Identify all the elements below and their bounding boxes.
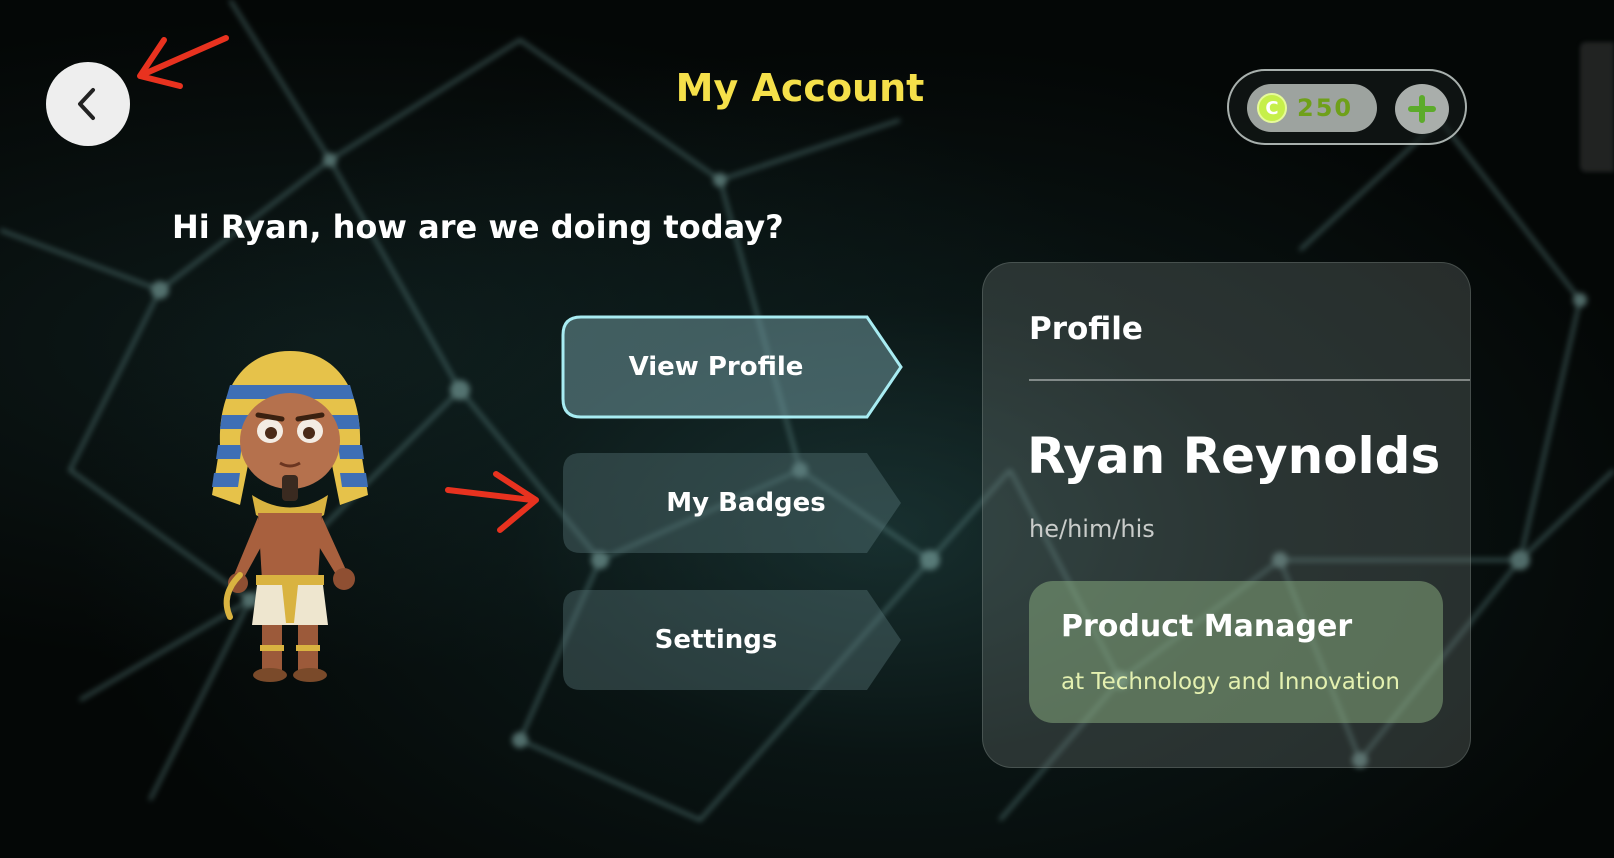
role-organization: at Technology and Innovation <box>1061 669 1400 695</box>
coin-count: 250 <box>1297 94 1354 122</box>
profile-heading: Profile <box>1029 311 1143 347</box>
annotation-arrow-back <box>137 35 229 89</box>
plus-icon <box>1408 95 1436 123</box>
back-button[interactable] <box>46 62 130 146</box>
my-account-screen: My Account C 250 Hi Ryan, how are we doi… <box>0 0 1614 858</box>
greeting-text: Hi Ryan, how are we doing today? <box>172 208 784 246</box>
page-title: My Account <box>675 66 925 110</box>
coin-icon: C <box>1257 93 1287 123</box>
add-coins-button[interactable] <box>1395 84 1449 134</box>
view-profile-label: View Profile <box>628 352 804 382</box>
annotation-arrow-badges <box>445 471 539 533</box>
profile-pronouns: he/him/his <box>1029 515 1155 543</box>
role-card: Product Manager at Technology and Innova… <box>1029 581 1443 723</box>
profile-divider <box>1029 379 1470 381</box>
coin-wallet: C 250 <box>1227 69 1467 145</box>
profile-card: Profile Ryan Reynolds he/him/his Product… <box>982 262 1471 768</box>
settings-button[interactable]: Settings <box>561 588 903 692</box>
view-profile-button[interactable]: View Profile <box>561 315 903 419</box>
role-title: Product Manager <box>1061 609 1353 644</box>
profile-name: Ryan Reynolds <box>1027 427 1441 485</box>
pharaoh-avatar <box>212 351 368 682</box>
my-badges-label: My Badges <box>666 488 826 518</box>
settings-label: Settings <box>654 625 778 655</box>
chevron-left-icon <box>78 88 95 120</box>
edge-ghost-panel <box>1580 42 1614 172</box>
my-badges-button[interactable]: My Badges <box>561 451 903 555</box>
coin-balance: C 250 <box>1247 84 1377 132</box>
